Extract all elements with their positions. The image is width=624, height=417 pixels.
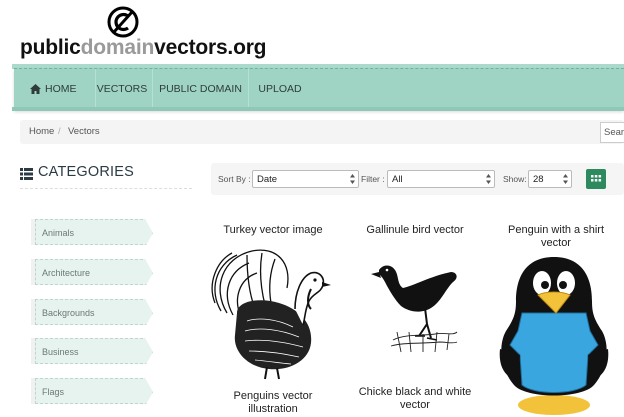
category-label: Architecture xyxy=(42,268,91,278)
nav-public-domain-label: PUBLIC DOMAIN xyxy=(159,83,242,95)
category-item-architecture[interactable]: Architecture xyxy=(35,259,153,287)
logo-part-public: public xyxy=(20,36,81,59)
show-value: 28 xyxy=(533,174,544,185)
category-item-business[interactable]: Business xyxy=(35,338,153,366)
ribbon-notch xyxy=(145,259,153,287)
logo-part-vectors: vectors.org xyxy=(154,36,267,59)
turkey-image[interactable] xyxy=(207,243,335,380)
breadcrumb: Home / Vectors Sear xyxy=(20,120,624,144)
sort-label: Sort By : xyxy=(218,174,251,184)
select-arrows-icon xyxy=(563,174,568,184)
public-domain-logo-icon xyxy=(107,6,139,38)
show-select[interactable]: 28 xyxy=(528,170,572,188)
search-input[interactable]: Sear xyxy=(600,122,624,143)
category-label: Flags xyxy=(42,387,65,397)
list-icon xyxy=(20,168,33,180)
ribbon-notch xyxy=(145,219,153,247)
home-icon xyxy=(30,84,41,95)
filter-select[interactable]: All xyxy=(387,170,495,188)
nav-upload-label: UPLOAD xyxy=(258,83,302,95)
breadcrumb-home-link[interactable]: Home xyxy=(29,120,54,144)
show-label: Show: xyxy=(503,174,527,184)
category-item-flags[interactable]: Flags xyxy=(35,378,153,406)
nav-item-vectors[interactable]: VECTORS xyxy=(92,69,153,109)
ribbon-notch xyxy=(145,338,153,366)
site-logo[interactable]: publicdomainvectors.org xyxy=(20,36,267,60)
nav-item-upload[interactable]: UPLOAD xyxy=(249,69,311,109)
category-item-animals[interactable]: Animals xyxy=(35,219,153,247)
select-arrows-icon xyxy=(486,174,491,184)
grid-view-button[interactable] xyxy=(586,169,606,189)
vector-title-penguins[interactable]: Penguins vector illustration xyxy=(212,390,334,416)
logo-part-domain: domain xyxy=(80,36,155,59)
gallinule-image[interactable] xyxy=(365,262,460,354)
sort-filter-toolbar: Sort By : Date Filter : All Show: 28 xyxy=(211,163,624,195)
penguin-shirt-image[interactable] xyxy=(498,255,610,417)
breadcrumb-separator: / xyxy=(58,126,61,137)
sort-value: Date xyxy=(257,174,278,185)
categories-header: CATEGORIES xyxy=(20,164,192,189)
category-label: Animals xyxy=(42,228,75,238)
main-nav: HOME VECTORS PUBLIC DOMAIN UPLOAD xyxy=(14,68,624,110)
vector-title-penguin-shirt[interactable]: Penguin with a shirt vector xyxy=(496,224,616,250)
nav-home-label: HOME xyxy=(45,83,77,95)
select-arrows-icon xyxy=(350,174,355,184)
categories-title: CATEGORIES xyxy=(38,164,134,180)
sort-select[interactable]: Date xyxy=(252,170,359,188)
ribbon-notch xyxy=(145,378,153,406)
ribbon-notch xyxy=(145,299,153,327)
filter-label: Filter : xyxy=(361,174,385,184)
vector-title-turkey[interactable]: Turkey vector image xyxy=(212,224,334,237)
nav-ribbon-bottom xyxy=(12,107,624,111)
vector-title-gallinule[interactable]: Gallinule bird vector xyxy=(355,224,475,237)
nav-item-public-domain[interactable]: PUBLIC DOMAIN xyxy=(153,69,249,109)
breadcrumb-current: Vectors xyxy=(68,126,100,137)
category-label: Business xyxy=(42,347,79,357)
vector-title-chicke[interactable]: Chicke black and white vector xyxy=(352,386,478,412)
nav-vectors-label: VECTORS xyxy=(96,83,148,95)
category-label: Backgrounds xyxy=(42,308,95,318)
grid-icon xyxy=(591,175,602,182)
nav-item-home[interactable]: HOME xyxy=(26,69,96,109)
filter-value: All xyxy=(392,174,403,185)
category-item-backgrounds[interactable]: Backgrounds xyxy=(35,299,153,327)
